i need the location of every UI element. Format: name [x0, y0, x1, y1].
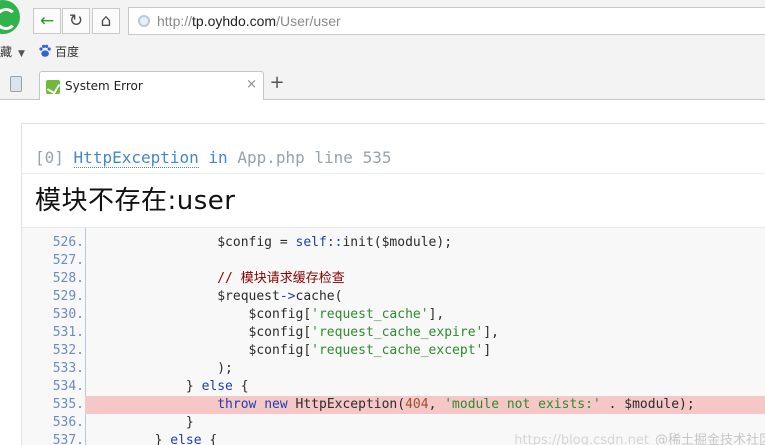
tab-list-icon[interactable]: [10, 76, 22, 92]
browser-logo-icon: [0, 0, 20, 34]
exception-line-number: 535: [362, 148, 392, 167]
exception-file: App.php: [237, 148, 305, 167]
reload-button[interactable]: ↻: [62, 8, 90, 34]
exception-line-word: line: [314, 148, 353, 167]
code-line: 527.: [22, 252, 765, 270]
tab-title: System Error: [65, 79, 143, 93]
line-number: 526.: [52, 235, 84, 250]
code-line: 531. $config['request_cache_expire'],: [22, 324, 765, 342]
exception-message: 模块不存在:user: [35, 186, 236, 216]
page-info-icon[interactable]: [138, 15, 150, 27]
bookmarks-bar: 藏 ▼ 百度: [0, 40, 765, 64]
code-line: 528. // 模块请求缓存检查: [22, 270, 765, 288]
code-line: 529. $request->cache(: [22, 288, 765, 306]
url-scheme: http://: [157, 13, 193, 29]
favorites-label: 藏: [0, 45, 13, 59]
address-bar[interactable]: http://tp.oyhdo.com/User/user: [128, 7, 765, 35]
exception-location: [0] HttpException in App.php line 535: [35, 148, 392, 168]
code-text: $config['request_cache_except']: [92, 343, 492, 358]
address-url[interactable]: http://tp.oyhdo.com/User/user: [157, 13, 341, 29]
code-text: $request->cache(: [92, 289, 343, 304]
bookmark-favorites[interactable]: 藏 ▼: [0, 43, 25, 60]
home-button[interactable]: ⌂: [92, 8, 120, 34]
watermark: https://blog.csdn.net @稀土掘金技术社区: [514, 429, 765, 445]
line-number: 533.: [52, 361, 84, 376]
line-number: 527.: [52, 253, 84, 268]
source-code-block: 526. $config = self::init($module); 527. 5…: [22, 228, 765, 445]
chevron-down-icon: ▼: [18, 49, 25, 59]
line-number: 537.: [52, 433, 84, 445]
line-number: 529.: [52, 289, 84, 304]
code-line: 530. $config['request_cache'],: [22, 306, 765, 324]
code-text: }: [92, 415, 194, 430]
url-path: /User/user: [276, 13, 341, 29]
header-divider: [22, 173, 765, 174]
exception-class-link[interactable]: HttpException: [73, 148, 199, 168]
watermark-text: @稀土掘金技术社区: [654, 433, 765, 445]
code-text: $config['request_cache'],: [92, 307, 445, 322]
url-domain: tp.oyhdo.com: [192, 13, 277, 29]
watermark-url: https://blog.csdn.net: [514, 433, 649, 445]
new-tab-button[interactable]: +: [267, 74, 287, 94]
exception-index: [0]: [35, 148, 64, 167]
exception-in: in: [208, 148, 228, 167]
line-number: 531.: [52, 325, 84, 340]
code-line: 532. $config['request_cache_except']: [22, 342, 765, 360]
close-icon[interactable]: ×: [246, 77, 257, 92]
line-number: 534.: [52, 379, 84, 394]
baidu-label: 百度: [55, 45, 80, 59]
line-number: 535.: [52, 397, 84, 412]
bookmark-baidu[interactable]: 百度: [38, 43, 79, 60]
code-text: );: [92, 361, 233, 376]
code-text: $config = self::init($module);: [92, 235, 453, 250]
line-number: 532.: [52, 343, 84, 358]
code-line: 534. } else {: [22, 378, 765, 396]
code-line: 526. $config = self::init($module);: [22, 234, 765, 252]
exception-panel: [0] HttpException in App.php line 535 模块…: [21, 123, 765, 445]
page-content: [0] HttpException in App.php line 535 模块…: [0, 100, 765, 445]
back-button[interactable]: ←: [33, 8, 61, 34]
code-text: throw new HttpException(404, 'module not…: [217, 397, 695, 412]
code-text: } else {: [92, 379, 249, 394]
tab-strip: System Error × +: [0, 68, 765, 101]
tab-system-error[interactable]: System Error ×: [39, 71, 264, 101]
line-number: 528.: [52, 271, 84, 286]
code-text: $config['request_cache_expire'],: [92, 325, 499, 340]
baidu-paw-icon: [39, 44, 51, 57]
code-text: // 模块请求缓存检查: [92, 271, 345, 286]
code-line: 533. );: [22, 360, 765, 378]
browser-chrome: ← ↻ ⌂ http://tp.oyhdo.com/User/user 藏 ▼ 百…: [0, 0, 765, 101]
line-number: 536.: [52, 415, 84, 430]
line-number: 530.: [52, 307, 84, 322]
code-line: 535. throw new HttpException(404, 'modul…: [22, 396, 765, 414]
exception-header: [0] HttpException in App.php line 535 模块…: [22, 124, 765, 228]
code-text: } else {: [92, 433, 218, 445]
tab-favicon-icon: [46, 80, 60, 94]
